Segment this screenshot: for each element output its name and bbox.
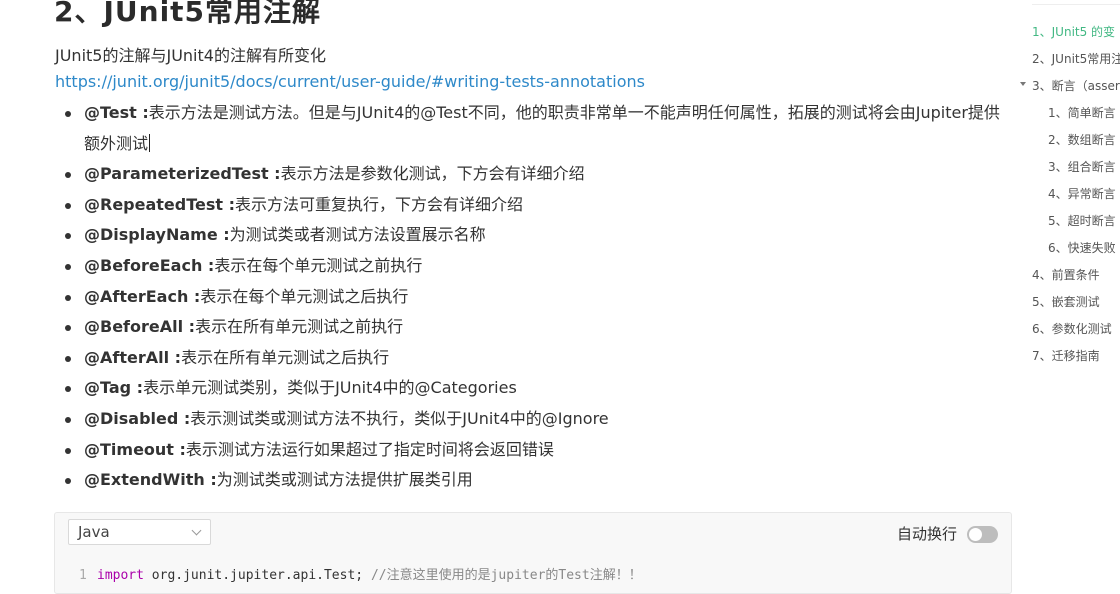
article-content: 2、JUnit5常用注解 JUnit5的注解与JUnit4的注解有所变化 htt…	[0, 0, 1020, 594]
toc-item-assumptions[interactable]: 4、前置条件	[1032, 266, 1100, 283]
annotation-item-test: @Test :表示方法是测试方法。但是与JUnit4的@Test不同，他的职责非…	[64, 98, 1009, 159]
annotation-name: @Disabled :	[84, 408, 191, 428]
line-number: 1	[79, 568, 87, 583]
toc-subitem-array-assertions[interactable]: 2、数组断言	[1048, 131, 1116, 148]
chevron-down-icon	[191, 525, 202, 536]
annotation-name: @ParameterizedTest :	[84, 164, 281, 184]
annotation-item-parameterized-test: @ParameterizedTest :表示方法是参数化测试，下方会有详细介绍	[64, 159, 1009, 190]
annotation-item-before-each: @BeforeEach :表示在每个单元测试之前执行	[64, 251, 1009, 282]
section-title: 2、JUnit5常用注解	[54, 0, 322, 28]
toc-item-migration-guide[interactable]: 7、迁移指南	[1032, 347, 1100, 364]
annotation-desc: 表示在所有单元测试之前执行	[195, 317, 404, 337]
language-value: Java	[78, 523, 110, 541]
annotation-desc: 表示测试方法运行如果超过了指定时间将会返回错误	[185, 439, 554, 459]
toc-item-assertions[interactable]: 3、断言（asser	[1020, 77, 1120, 94]
code-line: 1 import org.junit.jupiter.api.Test; //注意…	[79, 564, 642, 583]
annotation-name: @BeforeEach :	[84, 255, 215, 275]
annotation-name: @DisplayName :	[84, 225, 230, 245]
annotation-desc: 表示单元测试类别，类似于JUnit4中的@Categories	[143, 378, 517, 398]
annotation-desc: 为测试类或者测试方法设置展示名称	[229, 225, 486, 245]
toc-item-nested-tests[interactable]: 5、嵌套测试	[1032, 293, 1100, 310]
annotation-name: @AfterAll :	[84, 347, 182, 367]
annotation-name: @RepeatedTest :	[84, 194, 236, 214]
annotation-desc: 为测试类或测试方法提供扩展类引用	[216, 470, 473, 490]
text-cursor	[149, 133, 151, 152]
annotation-desc: 表示在每个单元测试之前执行	[214, 255, 423, 275]
annotation-list: @Test :表示方法是测试方法。但是与JUnit4的@Test不同，他的职责非…	[64, 98, 1009, 496]
annotation-name: @Test :	[84, 103, 149, 122]
annotation-desc: 表示方法可重复执行，下方会有详细介绍	[235, 194, 524, 214]
toc-subitem-fail-fast[interactable]: 6、快速失败	[1048, 239, 1116, 256]
annotation-item-repeated-test: @RepeatedTest :表示方法可重复执行，下方会有详细介绍	[64, 190, 1009, 221]
toc-item-junit5-changes[interactable]: 1、JUnit5 的变	[1032, 23, 1115, 40]
toc-subitem-simple-assertions[interactable]: 1、简单断言	[1048, 104, 1116, 121]
annotation-item-before-all: @BeforeAll :表示在所有单元测试之前执行	[64, 312, 1009, 343]
annotation-item-tag: @Tag :表示单元测试类别，类似于JUnit4中的@Categories	[64, 373, 1009, 404]
code-keyword: import	[97, 568, 144, 583]
toc-item-junit5-annotations[interactable]: 2、JUnit5常用注	[1032, 50, 1120, 67]
annotation-item-extend-with: @ExtendWith :为测试类或测试方法提供扩展类引用	[64, 465, 1009, 496]
annotation-name: @ExtendWith :	[84, 470, 217, 490]
code-block: Java 自动换行 1 import org.junit.jupiter.api.…	[54, 512, 1012, 594]
toc-divider	[1032, 4, 1120, 5]
annotation-item-disabled: @Disabled :表示测试类或测试方法不执行，类似于JUnit4中的@Ign…	[64, 404, 1009, 435]
annotation-desc: 表示方法是测试方法。但是与JUnit4的@Test不同，他的职责非常单一不能声明…	[84, 103, 1000, 153]
intro-text: JUnit5的注解与JUnit4的注解有所变化	[55, 46, 326, 65]
annotation-name: @BeforeAll :	[84, 317, 196, 337]
code-comment: //注意这里使用的是jupiter的Test注解！！	[370, 568, 642, 583]
expand-arrow-icon[interactable]	[1020, 82, 1026, 86]
toc-subitem-exception-assertions[interactable]: 4、异常断言	[1048, 185, 1116, 202]
junit-docs-link[interactable]: https://junit.org/junit5/docs/current/us…	[55, 72, 645, 91]
annotation-desc: 表示方法是参数化测试，下方会有详细介绍	[280, 164, 585, 184]
word-wrap-toggle[interactable]	[967, 526, 998, 543]
annotation-name: @Timeout :	[84, 439, 186, 459]
annotation-desc: 表示测试类或测试方法不执行，类似于JUnit4中的@Ignore	[190, 408, 609, 428]
toc-subitem-combined-assertions[interactable]: 3、组合断言	[1048, 158, 1116, 175]
toc-item-label: 3、断言（asser	[1032, 79, 1120, 93]
annotation-name: @AfterEach :	[84, 286, 201, 306]
annotation-name: @Tag :	[84, 378, 144, 398]
toc-subitem-timeout-assertions[interactable]: 5、超时断言	[1048, 212, 1116, 229]
annotation-desc: 表示在每个单元测试之后执行	[200, 286, 409, 306]
annotation-desc: 表示在所有单元测试之后执行	[181, 347, 390, 367]
toggle-knob	[969, 528, 982, 541]
table-of-contents: 1、JUnit5 的变 2、JUnit5常用注 3、断言（asser 1、简单断…	[1020, 0, 1120, 580]
code-statement: org.junit.jupiter.api.Test;	[143, 568, 371, 583]
language-select[interactable]: Java	[68, 519, 211, 545]
annotation-item-display-name: @DisplayName :为测试类或者测试方法设置展示名称	[64, 220, 1009, 251]
annotation-item-after-each: @AfterEach :表示在每个单元测试之后执行	[64, 282, 1009, 313]
annotation-item-after-all: @AfterAll :表示在所有单元测试之后执行	[64, 343, 1009, 374]
word-wrap-label: 自动换行	[896, 525, 957, 543]
annotation-item-timeout: @Timeout :表示测试方法运行如果超过了指定时间将会返回错误	[64, 435, 1009, 466]
toc-item-parameterized-tests[interactable]: 6、参数化测试	[1032, 320, 1112, 337]
